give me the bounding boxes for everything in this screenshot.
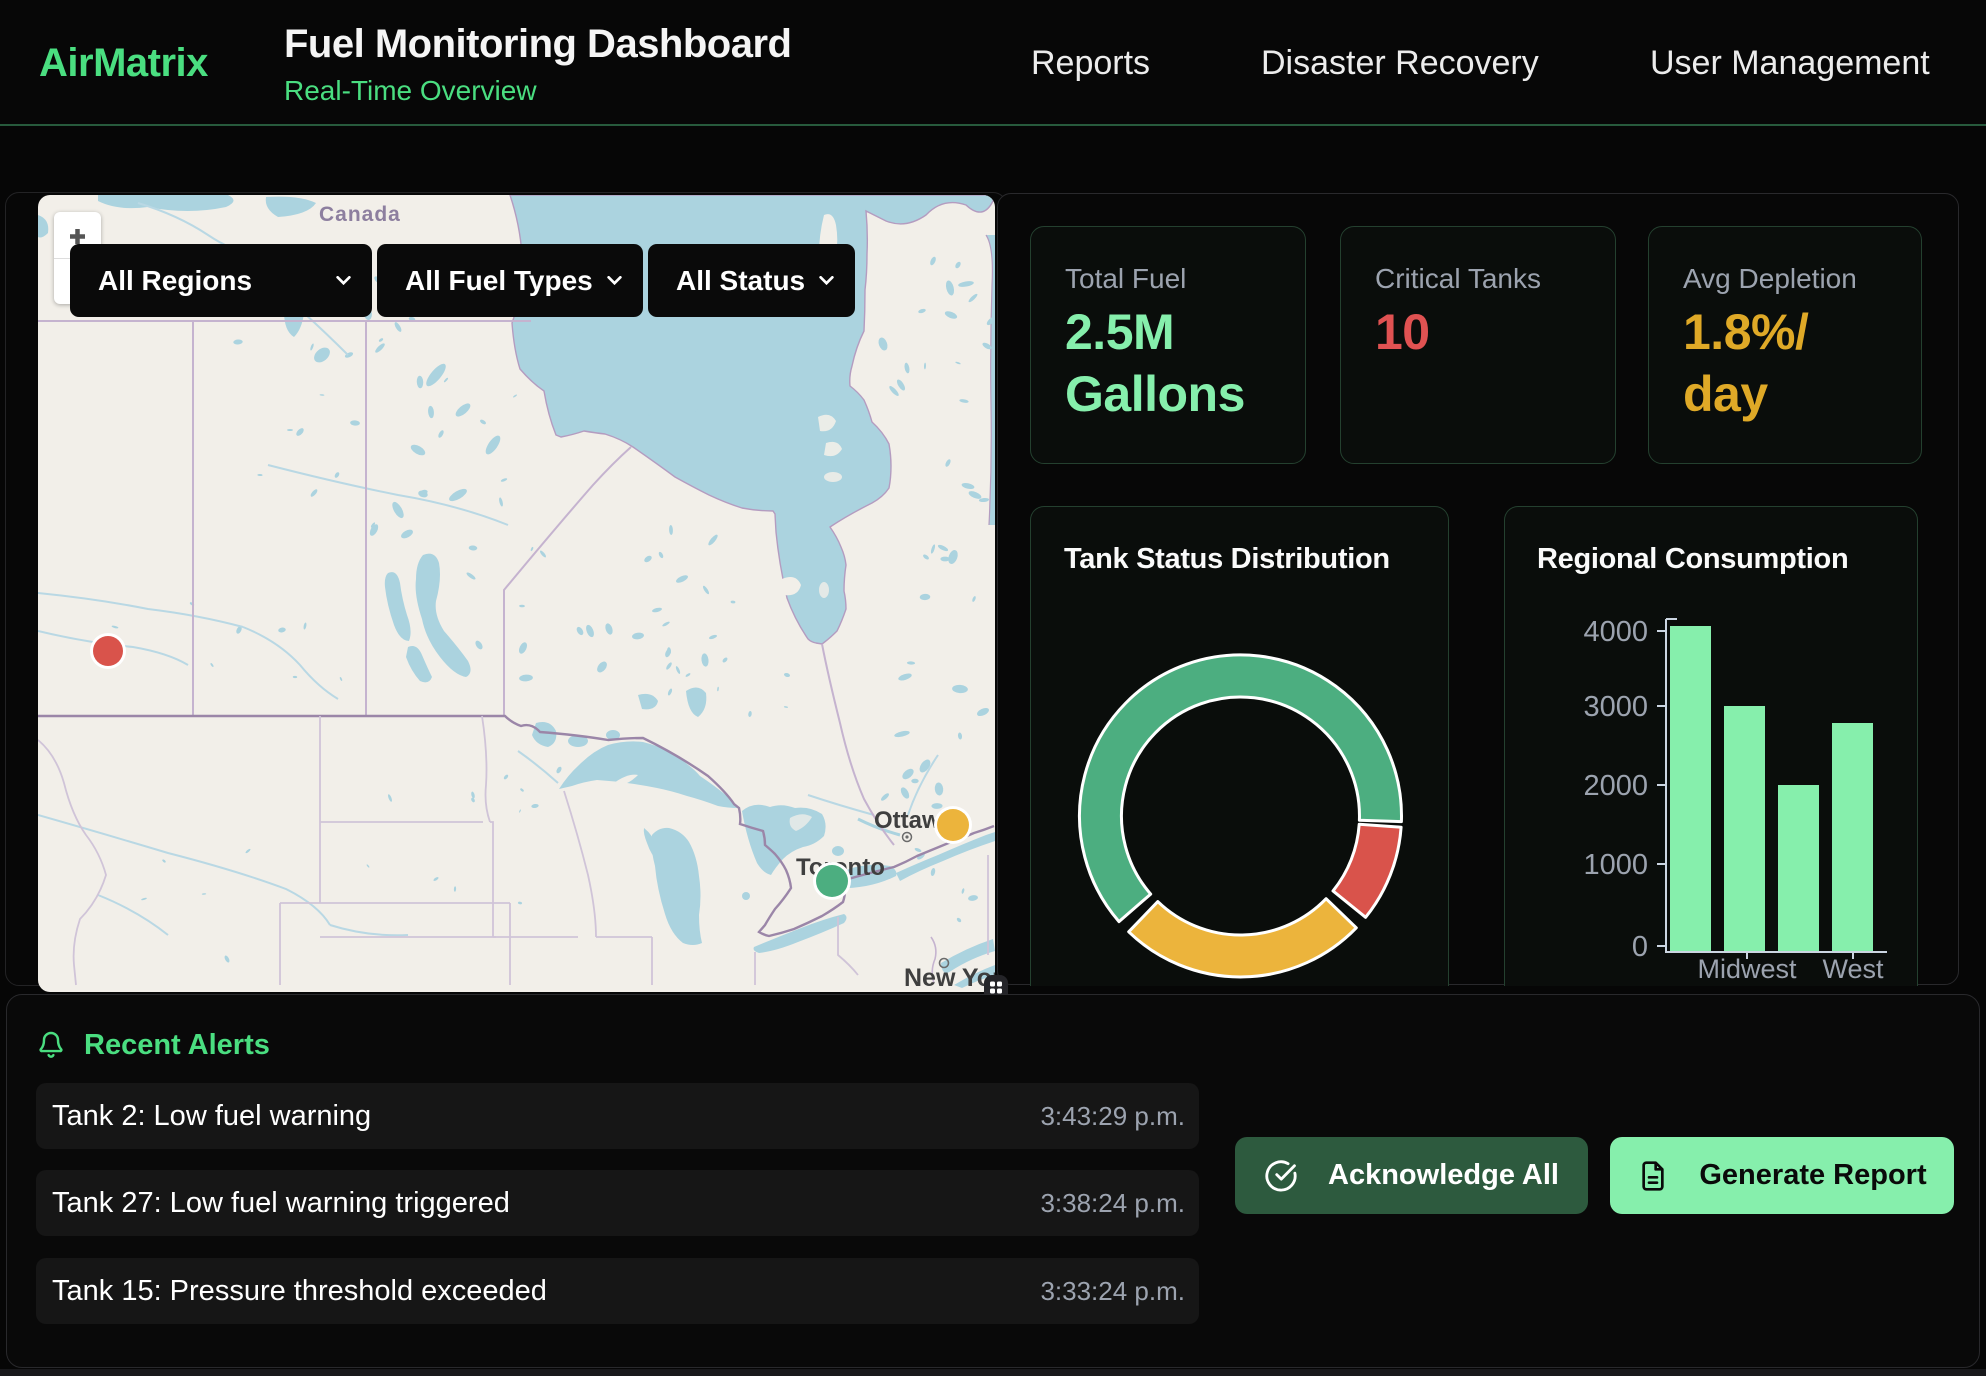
svg-text:2000: 2000 — [1583, 770, 1648, 802]
svg-text:0: 0 — [1632, 931, 1648, 963]
svg-text:3000: 3000 — [1583, 691, 1648, 723]
svg-text:Midwest: Midwest — [1697, 954, 1797, 984]
svg-text:4000: 4000 — [1583, 616, 1648, 648]
svg-text:West: West — [1822, 954, 1884, 984]
svg-text:1000: 1000 — [1583, 849, 1648, 881]
